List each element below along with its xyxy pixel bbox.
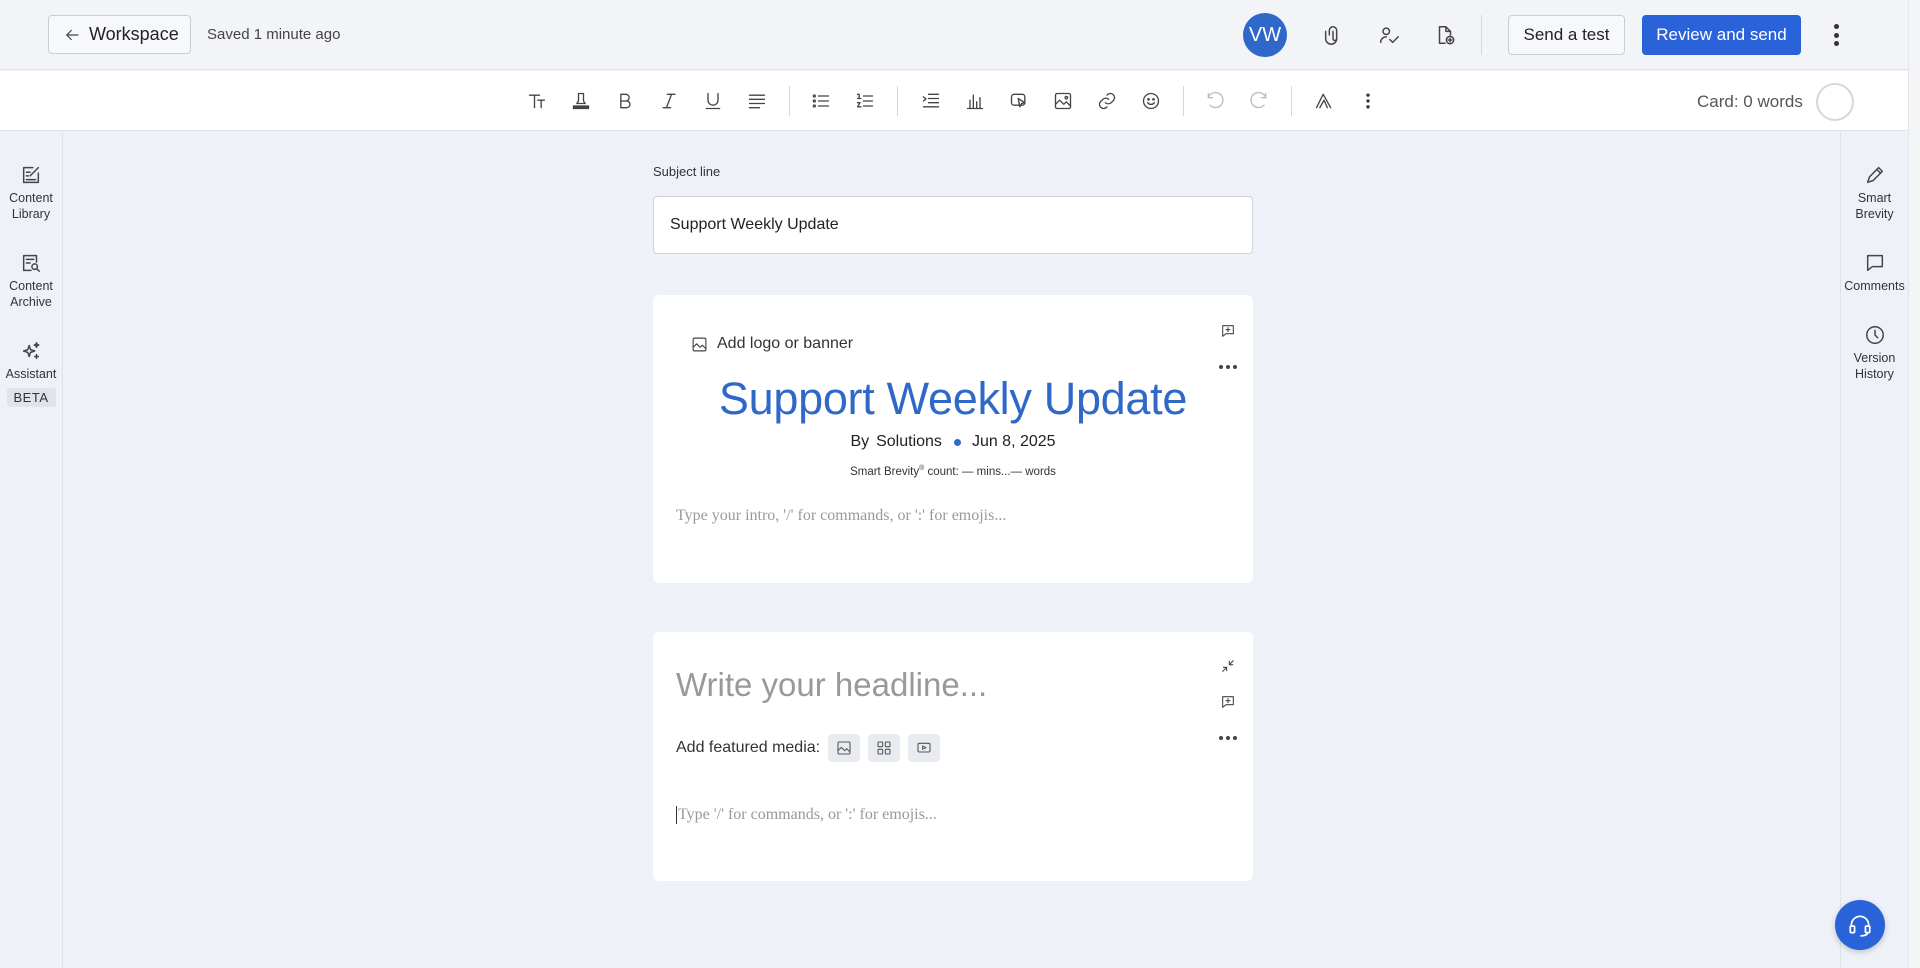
- rail-comments[interactable]: Comments: [1841, 252, 1908, 294]
- sparkle-icon: [20, 340, 42, 362]
- chart-icon[interactable]: [963, 89, 987, 113]
- help-chat-icon: [1847, 912, 1873, 938]
- rail-label: Version History: [1853, 351, 1896, 381]
- toolbar-divider: [897, 86, 898, 116]
- byline-date[interactable]: Jun 8, 2025: [972, 433, 1056, 451]
- clock-icon: [1864, 324, 1886, 346]
- newsletter-title[interactable]: Support Weekly Update: [653, 373, 1253, 425]
- rail-label: Smart Brevity: [1855, 191, 1894, 221]
- attachment-icon[interactable]: [1320, 22, 1346, 48]
- subject-line-label: Subject line: [653, 164, 721, 179]
- highlight-icon[interactable]: [569, 89, 593, 113]
- add-logo-button[interactable]: Add logo or banner: [691, 335, 853, 353]
- rail-label: Assistant: [5, 367, 57, 381]
- edit-note-icon: [20, 164, 42, 186]
- page-scrollbar[interactable]: [1908, 0, 1920, 968]
- help-chat-button[interactable]: [1835, 900, 1885, 950]
- newsletter-header-card: Add logo or banner Support Weekly Update…: [653, 295, 1253, 583]
- featured-media-row: Add featured media:: [676, 734, 941, 762]
- interactive-block-icon[interactable]: [1007, 89, 1031, 113]
- smart-brevity-count: Smart Brevity® count: — mins...— words: [850, 465, 1056, 478]
- card-word-count: Card: 0 words: [1697, 92, 1803, 111]
- card-more-icon[interactable]: [1219, 365, 1237, 369]
- avatar[interactable]: VW: [1243, 13, 1287, 57]
- image-icon: [691, 336, 708, 353]
- bold-icon[interactable]: [613, 89, 637, 113]
- smart-brevity-prefix: Smart Brevity: [850, 465, 920, 478]
- comment-icon: [1864, 252, 1886, 274]
- toolbar-divider: [1183, 86, 1184, 116]
- reviewer-check-icon[interactable]: [1376, 22, 1402, 48]
- byline-author[interactable]: Solutions: [876, 433, 942, 451]
- rail-label: Content Library: [9, 191, 53, 221]
- toolbar-more-icon[interactable]: [1356, 89, 1380, 113]
- smart-brevity-suffix: count: — mins...— words: [924, 465, 1056, 478]
- card-more-icon[interactable]: [1219, 736, 1237, 740]
- back-to-workspace-button[interactable]: Workspace: [48, 15, 191, 54]
- text-size-icon[interactable]: [525, 89, 549, 113]
- rail-smart-brevity[interactable]: Smart Brevity: [1841, 164, 1908, 222]
- image-icon[interactable]: [1051, 89, 1075, 113]
- italic-icon[interactable]: [657, 89, 681, 113]
- left-rail: Content Library Content Archive Assistan…: [0, 132, 63, 968]
- byline-by: By: [850, 433, 870, 450]
- intro-placeholder[interactable]: Type your intro, '/' for commands, or ':…: [676, 507, 1006, 525]
- emoji-icon[interactable]: [1139, 89, 1163, 113]
- arrow-left-icon: [63, 26, 81, 44]
- indent-icon[interactable]: [919, 89, 943, 113]
- byline-separator: [953, 438, 961, 446]
- align-icon[interactable]: [745, 89, 769, 113]
- add-comment-icon[interactable]: [1218, 321, 1238, 341]
- link-icon[interactable]: [1095, 89, 1119, 113]
- search-document-icon: [20, 252, 42, 274]
- toolbar-divider: [1291, 86, 1292, 116]
- rail-version-history[interactable]: Version History: [1841, 324, 1908, 382]
- topbar-divider: [1481, 15, 1482, 55]
- add-logo-label: Add logo or banner: [717, 335, 854, 352]
- add-image-button[interactable]: [828, 734, 861, 762]
- formatting-toolbar: Card: 0 words: [0, 71, 1908, 131]
- body-placeholder[interactable]: Type '/' for commands, or ':' for emojis…: [676, 806, 937, 824]
- rail-label: Content Archive: [9, 279, 53, 309]
- collapse-icon[interactable]: [1218, 656, 1238, 676]
- right-rail: Smart Brevity Comments Version History: [1840, 132, 1908, 968]
- rail-content-archive[interactable]: Content Archive: [0, 252, 62, 310]
- add-gallery-button[interactable]: [868, 734, 901, 762]
- save-status: Saved 1 minute ago: [207, 26, 341, 43]
- toolbar-divider: [789, 86, 790, 116]
- pen-icon: [1864, 164, 1886, 186]
- rail-content-library[interactable]: Content Library: [0, 164, 62, 222]
- add-document-icon[interactable]: [1432, 22, 1458, 48]
- more-options-icon[interactable]: [1826, 21, 1846, 49]
- word-count-progress-ring: [1816, 83, 1854, 121]
- story-card: Write your headline... Add featured medi…: [653, 632, 1253, 881]
- send-test-button[interactable]: Send a test: [1508, 15, 1625, 55]
- add-video-button[interactable]: [908, 734, 941, 762]
- add-comment-icon[interactable]: [1218, 692, 1238, 712]
- byline: By Solutions Jun 8, 2025: [653, 433, 1253, 451]
- undo-icon[interactable]: [1203, 89, 1227, 113]
- back-button-label: Workspace: [89, 24, 179, 44]
- numbered-list-icon[interactable]: [853, 89, 877, 113]
- rail-assistant[interactable]: Assistant BETA: [0, 340, 62, 407]
- top-bar: Workspace Saved 1 minute ago VW Send a t…: [0, 0, 1908, 70]
- subject-line-input[interactable]: [653, 196, 1253, 254]
- underline-icon[interactable]: [701, 89, 725, 113]
- review-and-send-button[interactable]: Review and send: [1642, 15, 1801, 55]
- rail-label: Comments: [1844, 279, 1905, 293]
- bullet-list-icon[interactable]: [809, 89, 833, 113]
- featured-media-label: Add featured media:: [676, 739, 821, 756]
- headline-placeholder[interactable]: Write your headline...: [676, 666, 987, 704]
- redo-icon[interactable]: [1247, 89, 1271, 113]
- smart-brevity-style-icon[interactable]: [1312, 89, 1336, 113]
- beta-badge: BETA: [6, 388, 56, 407]
